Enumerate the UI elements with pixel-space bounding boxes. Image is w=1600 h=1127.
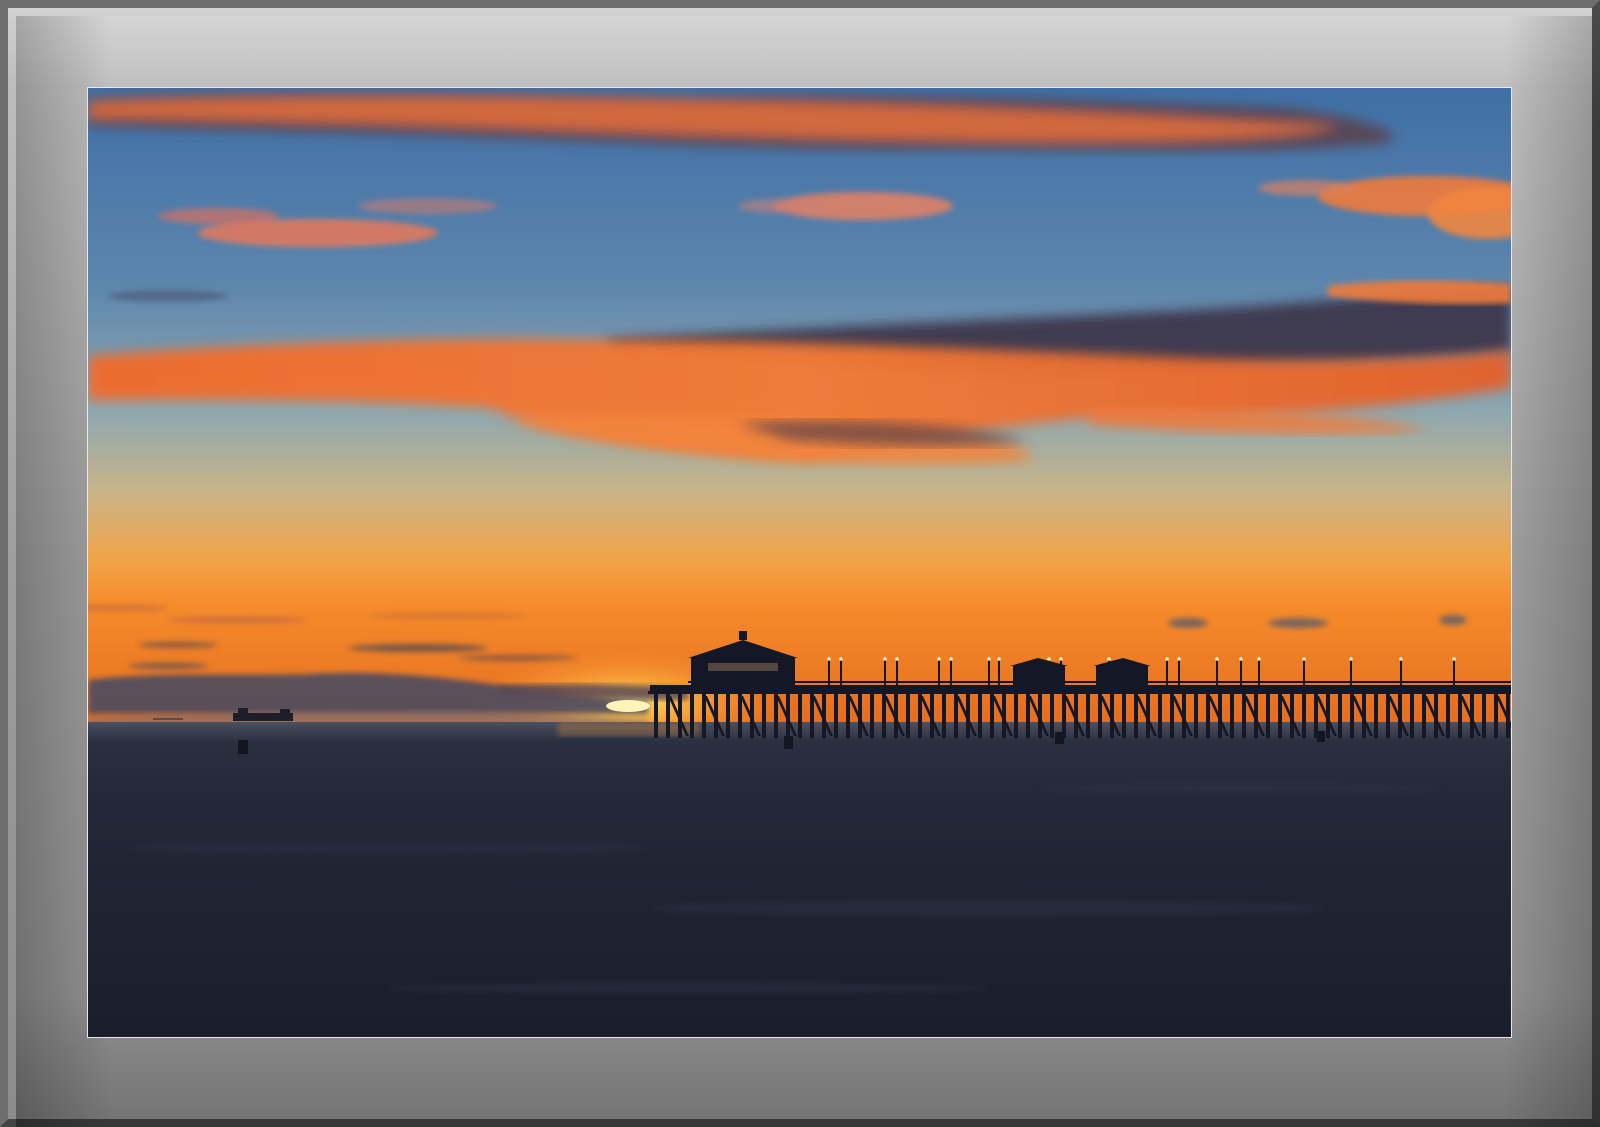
- lamp-light: [839, 657, 843, 661]
- pier-pile: [1302, 694, 1306, 738]
- pier-pile: [1410, 694, 1414, 738]
- lamp-post: [840, 660, 842, 685]
- lamp-post: [828, 660, 830, 685]
- lamp-light: [1452, 657, 1456, 661]
- pier-pile: [1242, 694, 1246, 738]
- pier-pile: [690, 694, 694, 738]
- pier-pile: [1206, 694, 1210, 738]
- pier-pile: [702, 694, 706, 738]
- lamp-light: [883, 657, 887, 661]
- pier-pile: [1314, 694, 1318, 738]
- lamp-light: [1107, 657, 1111, 661]
- lamp-post: [1108, 660, 1110, 685]
- lamp-light: [895, 657, 899, 661]
- lamp-post: [950, 660, 952, 685]
- lamp-post: [884, 660, 886, 685]
- lamp-post: [896, 660, 898, 685]
- pier-pile: [738, 694, 742, 738]
- pier-pile: [1278, 694, 1282, 738]
- pier-pile: [762, 694, 766, 738]
- pier-pile: [1158, 694, 1162, 738]
- lamp-post: [1178, 660, 1180, 685]
- pier-pile: [870, 694, 874, 738]
- lamp-post: [1350, 660, 1352, 685]
- pier-pile: [1194, 694, 1198, 738]
- lamp-post: [1258, 660, 1260, 685]
- pier-pile: [978, 694, 982, 738]
- pier-pile: [1446, 694, 1450, 738]
- pier-pile: [834, 694, 838, 738]
- pier-pile: [1026, 694, 1030, 738]
- lamp-post: [1453, 660, 1455, 685]
- pier-pile: [726, 694, 730, 738]
- lamp-post: [1060, 660, 1062, 685]
- pier-pile: [1374, 694, 1378, 738]
- pier-pile: [906, 694, 910, 738]
- lamp-light: [1302, 657, 1306, 661]
- pier-pile: [1170, 694, 1174, 738]
- lamp-light: [949, 657, 953, 661]
- pier-pile: [1086, 694, 1090, 738]
- pier-pile: [846, 694, 850, 738]
- lamp-light: [1349, 657, 1353, 661]
- pier-pile: [942, 694, 946, 738]
- pier-pile: [1014, 694, 1018, 738]
- lamp-light: [1059, 657, 1063, 661]
- pier-pile: [1134, 694, 1138, 738]
- lamp-post: [1216, 660, 1218, 685]
- lamp-light: [997, 657, 1001, 661]
- pier-pile: [1266, 694, 1270, 738]
- lamp-post: [988, 660, 990, 685]
- pier-pile: [666, 694, 670, 738]
- pier-pile: [1350, 694, 1354, 738]
- pier-pile: [1098, 694, 1102, 738]
- pier-pile: [918, 694, 922, 738]
- lamp-post: [1240, 660, 1242, 685]
- pier-pile: [954, 694, 958, 738]
- pier-pile: [1386, 694, 1390, 738]
- pier-pile: [774, 694, 778, 738]
- sun: [606, 700, 650, 712]
- pier-pile: [990, 694, 994, 738]
- lamp-light: [1257, 657, 1261, 661]
- lamp-light: [1177, 657, 1181, 661]
- pier-pile: [1230, 694, 1234, 738]
- lamp-post: [1400, 660, 1402, 685]
- sunset-photo: [88, 88, 1511, 1037]
- lamp-light: [827, 657, 831, 661]
- lamp-light: [987, 657, 991, 661]
- pier-pile: [1482, 694, 1486, 738]
- pier-pile: [654, 694, 658, 738]
- pier-pile: [1062, 694, 1066, 738]
- pier-pile: [1494, 694, 1498, 738]
- lamp-light: [1239, 657, 1243, 661]
- lamp-light: [1047, 657, 1051, 661]
- pier-pile: [1050, 694, 1054, 738]
- pier-pile: [1338, 694, 1342, 738]
- lamp-post: [998, 660, 1000, 685]
- lamp-light: [1399, 657, 1403, 661]
- lamp-light: [1215, 657, 1219, 661]
- lamp-post: [1048, 660, 1050, 685]
- pier-pile: [1422, 694, 1426, 738]
- lamp-post: [1303, 660, 1305, 685]
- lamp-light: [1165, 657, 1169, 661]
- pier-pile: [882, 694, 886, 738]
- pier-pile: [810, 694, 814, 738]
- lamp-light: [937, 657, 941, 661]
- lamp-post: [938, 660, 940, 685]
- lamp-post: [1166, 660, 1168, 685]
- pier-pile: [798, 694, 802, 738]
- pier-pile: [1122, 694, 1126, 738]
- pier-pile: [1458, 694, 1462, 738]
